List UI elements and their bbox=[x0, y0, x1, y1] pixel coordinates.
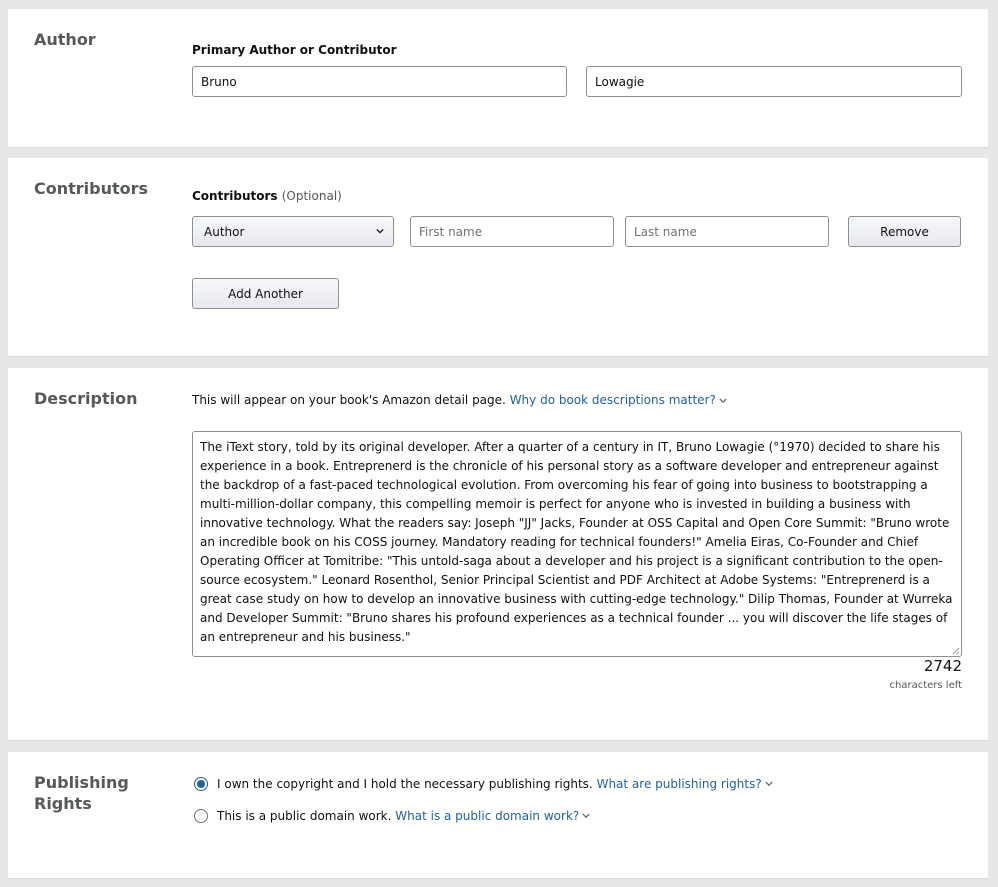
primary-author-label: Primary Author or Contributor bbox=[192, 43, 397, 57]
publishing-rights-title-line1: Publishing bbox=[34, 773, 129, 792]
own-copyright-label: I own the copyright and I hold the neces… bbox=[217, 777, 593, 791]
contributors-section-title: Contributors bbox=[34, 179, 149, 198]
contributor-first-name-input[interactable] bbox=[410, 216, 614, 247]
description-textarea[interactable]: The iText story, told by its original de… bbox=[192, 431, 962, 657]
public-domain-option[interactable]: This is a public domain work. What is a … bbox=[194, 809, 590, 823]
resize-handle-icon[interactable] bbox=[951, 646, 960, 655]
contributor-last-name-input[interactable] bbox=[625, 216, 829, 247]
contributors-section: Contributors Contributors (Optional) Aut… bbox=[8, 158, 988, 357]
description-section-title: Description bbox=[34, 389, 138, 408]
description-intro-text: This will appear on your book's Amazon d… bbox=[192, 393, 506, 407]
chevron-down-icon bbox=[765, 781, 773, 786]
description-section: Description This will appear on your boo… bbox=[8, 368, 988, 741]
author-section-title: Author bbox=[34, 30, 96, 49]
own-copyright-radio[interactable] bbox=[194, 777, 208, 791]
optional-label: (Optional) bbox=[281, 189, 342, 203]
chevron-down-icon bbox=[376, 228, 384, 234]
author-first-name-input[interactable] bbox=[192, 66, 567, 97]
public-domain-radio[interactable] bbox=[194, 809, 208, 823]
chevron-down-icon bbox=[719, 398, 727, 403]
own-copyright-option[interactable]: I own the copyright and I hold the neces… bbox=[194, 777, 773, 791]
contributors-label: Contributors (Optional) bbox=[192, 189, 342, 203]
characters-left-count: 2742 bbox=[923, 657, 962, 675]
characters-left-label: characters left bbox=[889, 680, 962, 691]
contributor-role-value: Author bbox=[204, 224, 245, 239]
publishing-rights-help-link[interactable]: What are publishing rights? bbox=[597, 777, 762, 791]
author-last-name-input[interactable] bbox=[586, 66, 962, 97]
publishing-rights-section: Publishing Rights I own the copyright an… bbox=[8, 752, 988, 879]
contributors-label-text: Contributors bbox=[192, 189, 278, 203]
contributor-role-select[interactable]: Author bbox=[192, 216, 394, 247]
description-intro: This will appear on your book's Amazon d… bbox=[192, 393, 727, 407]
publishing-rights-section-title: Publishing Rights bbox=[34, 772, 129, 814]
publishing-rights-title-line2: Rights bbox=[34, 794, 92, 813]
public-domain-help-link[interactable]: What is a public domain work? bbox=[395, 809, 579, 823]
author-section: Author Primary Author or Contributor bbox=[8, 9, 988, 148]
description-help-link[interactable]: Why do book descriptions matter? bbox=[510, 393, 716, 407]
add-another-contributor-button[interactable]: Add Another bbox=[192, 278, 339, 309]
chevron-down-icon bbox=[582, 813, 590, 818]
public-domain-label: This is a public domain work. bbox=[217, 809, 392, 823]
remove-contributor-button[interactable]: Remove bbox=[848, 216, 961, 247]
